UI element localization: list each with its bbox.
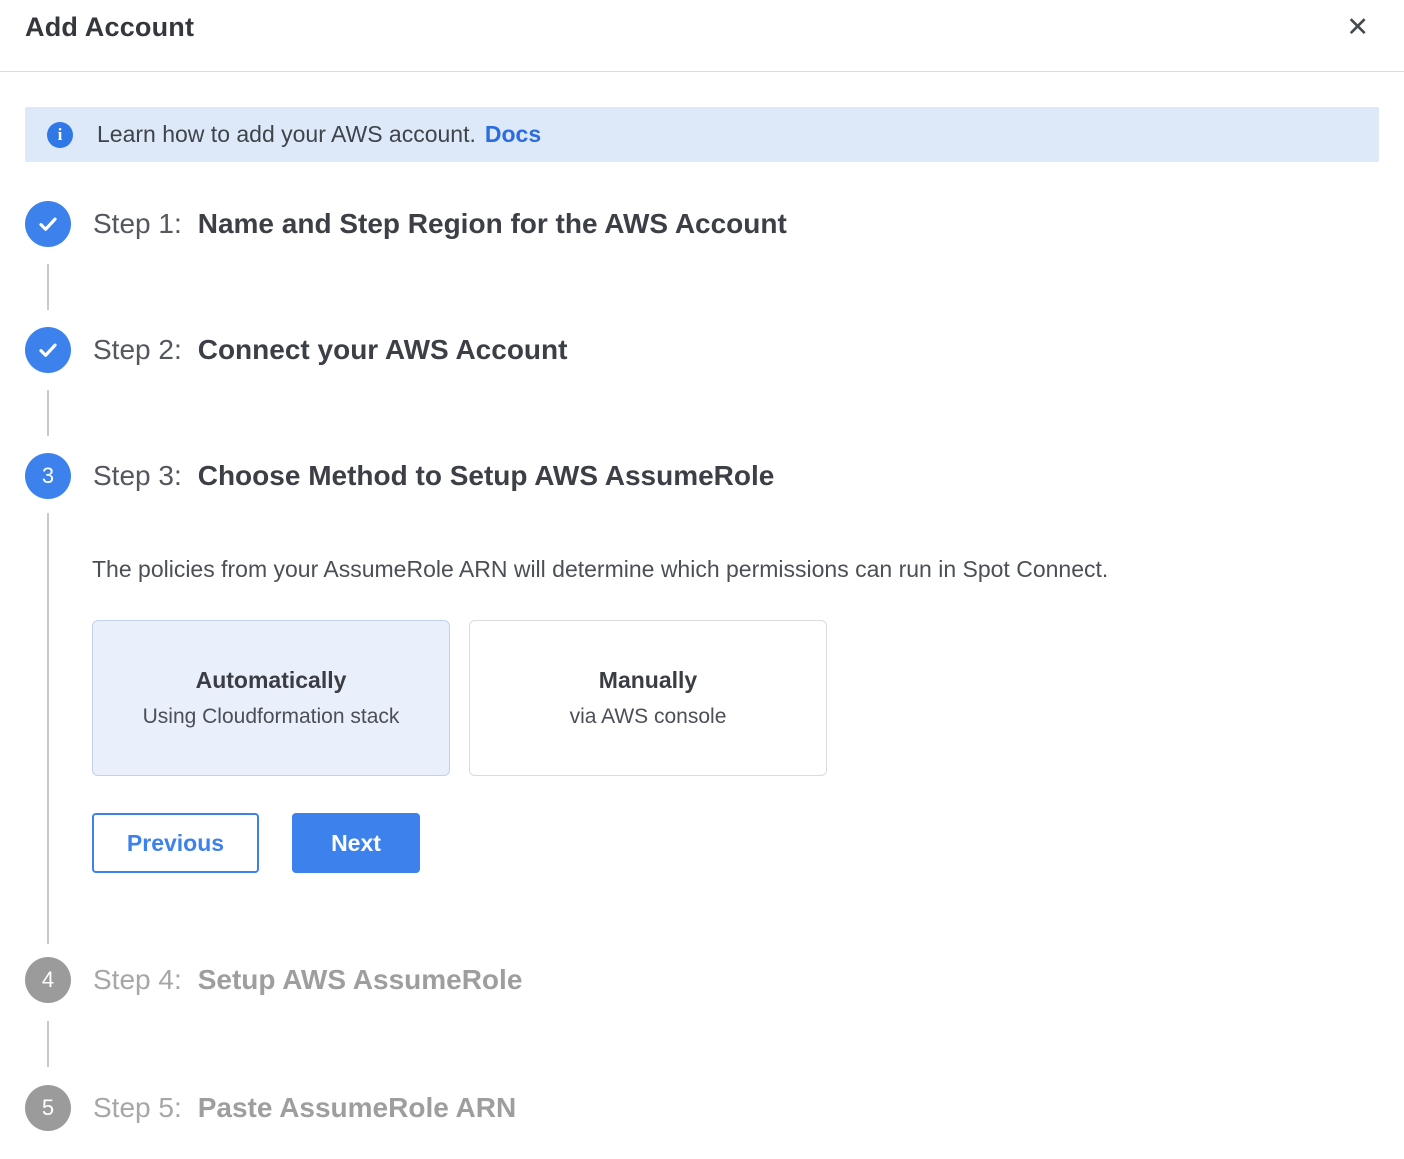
step-4-title: Setup AWS AssumeRole xyxy=(198,964,523,996)
banner-text: Learn how to add your AWS account. xyxy=(97,121,476,148)
step-4-row: 4 Step 4: Setup AWS AssumeRole xyxy=(25,957,1379,1003)
step-3-number: 3 xyxy=(42,463,54,489)
step-5-number-badge: 5 xyxy=(25,1085,71,1131)
steps-list: Step 1: Name and Step Region for the AWS… xyxy=(25,201,1379,1131)
step-4-prefix: Step 4: xyxy=(93,964,182,996)
step-3-actions: Previous Next xyxy=(92,813,1379,873)
step-3-content: The policies from your AssumeRole ARN wi… xyxy=(47,513,1379,944)
step-3-prefix: Step 3: xyxy=(93,460,182,492)
step-5-row: 5 Step 5: Paste AssumeRole ARN xyxy=(25,1085,1379,1131)
step-connector-2-3 xyxy=(47,390,49,436)
step-2-check-icon xyxy=(25,327,71,373)
docs-link[interactable]: Docs xyxy=(485,121,541,148)
step-2-title: Connect your AWS Account xyxy=(198,334,568,366)
step-1-check-icon xyxy=(25,201,71,247)
add-account-modal: Add Account ✕ i Learn how to add your AW… xyxy=(0,0,1404,1131)
step-2-row: Step 2: Connect your AWS Account xyxy=(25,327,1379,373)
modal-body: i Learn how to add your AWS account. Doc… xyxy=(0,107,1404,1131)
close-button[interactable]: ✕ xyxy=(1342,12,1373,43)
step-3-title: Choose Method to Setup AWS AssumeRole xyxy=(198,460,775,492)
step-4-number-badge: 4 xyxy=(25,957,71,1003)
method-card-manually[interactable]: Manually via AWS console xyxy=(469,620,827,776)
step-5-prefix: Step 5: xyxy=(93,1092,182,1124)
step-1-title: Name and Step Region for the AWS Account xyxy=(198,208,787,240)
step-5-number: 5 xyxy=(42,1095,54,1121)
step-3-number-badge: 3 xyxy=(25,453,71,499)
step-1-row: Step 1: Name and Step Region for the AWS… xyxy=(25,201,1379,247)
method-card-subtitle: via AWS console xyxy=(570,705,727,729)
info-icon: i xyxy=(47,122,73,148)
step-3-row: 3 Step 3: Choose Method to Setup AWS Ass… xyxy=(25,453,1379,499)
method-card-automatically[interactable]: Automatically Using Cloudformation stack xyxy=(92,620,450,776)
previous-button[interactable]: Previous xyxy=(92,813,259,873)
step-2-prefix: Step 2: xyxy=(93,334,182,366)
step-3-description: The policies from your AssumeRole ARN wi… xyxy=(92,554,1379,584)
step-connector-4-5 xyxy=(47,1021,49,1067)
modal-header: Add Account ✕ xyxy=(0,0,1404,72)
method-cards: Automatically Using Cloudformation stack… xyxy=(92,620,1379,776)
close-icon: ✕ xyxy=(1346,12,1369,42)
method-card-subtitle: Using Cloudformation stack xyxy=(143,705,400,729)
step-connector-1-2 xyxy=(47,264,49,310)
info-banner: i Learn how to add your AWS account. Doc… xyxy=(25,107,1379,162)
step-5-title: Paste AssumeRole ARN xyxy=(198,1092,516,1124)
step-1-prefix: Step 1: xyxy=(93,208,182,240)
method-card-title: Automatically xyxy=(196,667,347,694)
step-4-number: 4 xyxy=(42,967,54,993)
method-card-title: Manually xyxy=(599,667,697,694)
next-button[interactable]: Next xyxy=(292,813,420,873)
modal-title: Add Account xyxy=(25,12,194,43)
